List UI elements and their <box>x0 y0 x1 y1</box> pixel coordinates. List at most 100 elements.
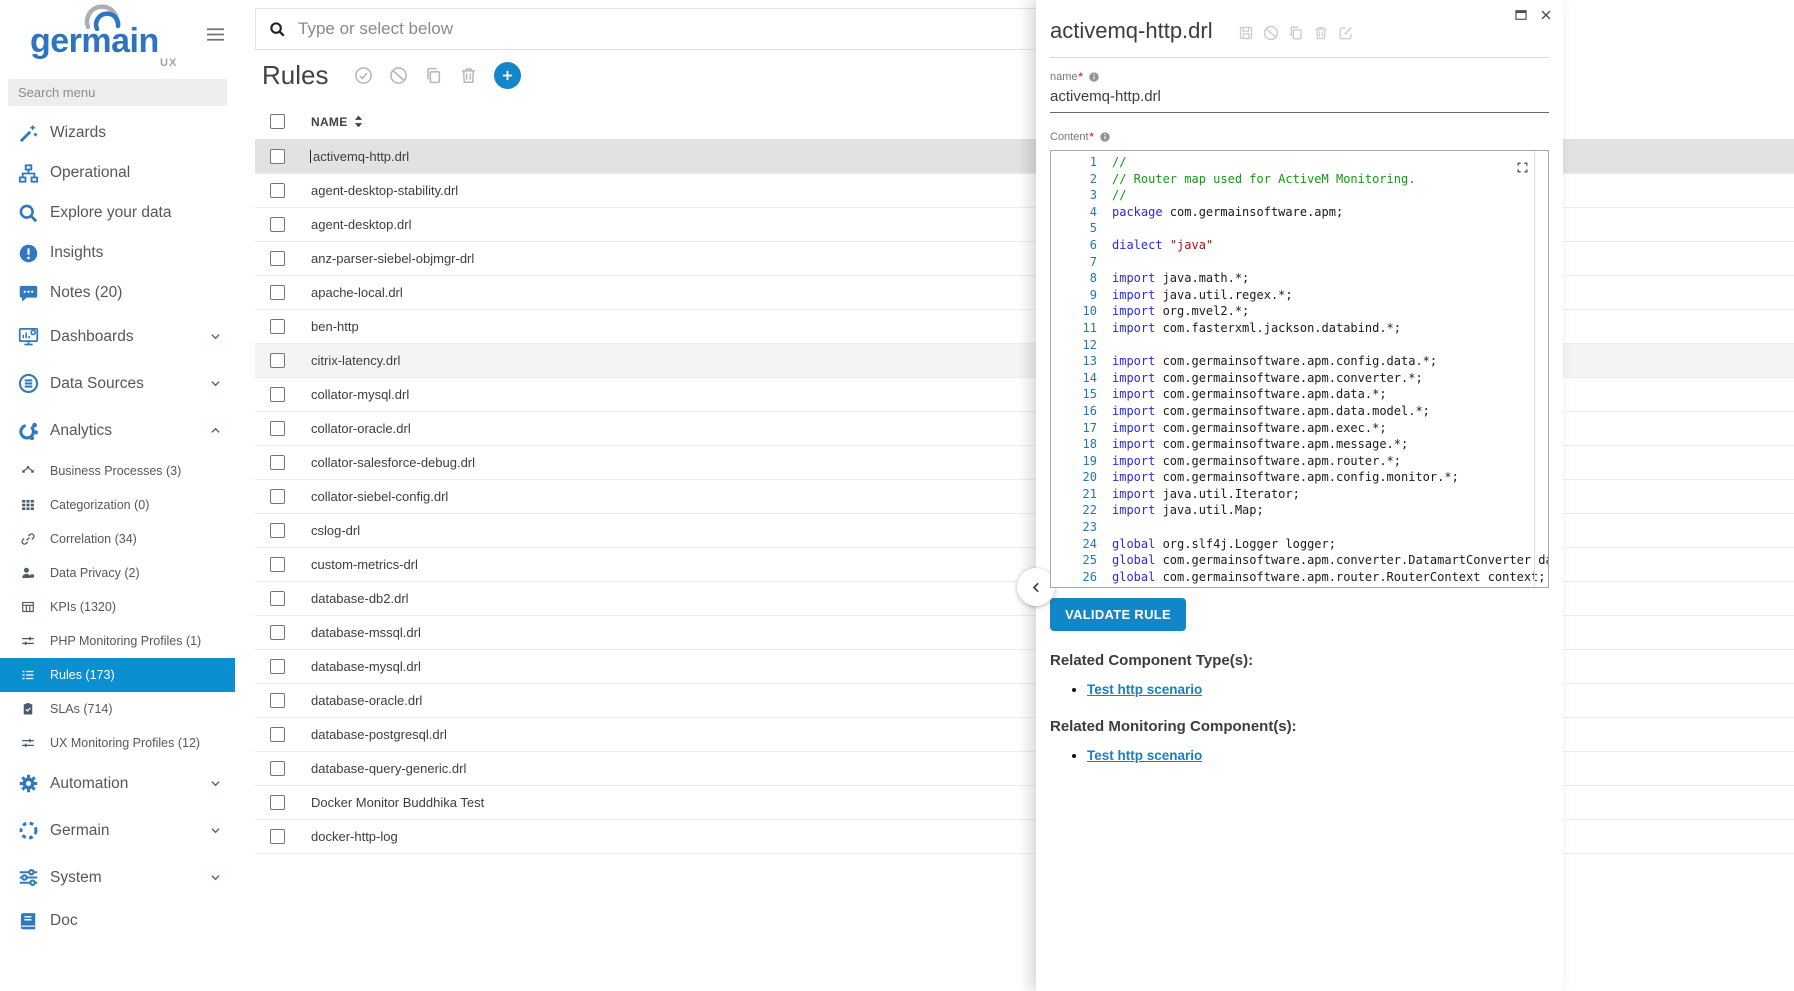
sidebar-item-automation[interactable]: Automation <box>0 760 235 807</box>
sidebar-item-label: Data Sources <box>50 375 144 393</box>
table-row[interactable]: collator-mysql.drl <box>255 378 1794 412</box>
row-checkbox[interactable] <box>270 557 285 572</box>
filter-input[interactable] <box>298 19 1041 39</box>
table-row[interactable]: collator-oracle.drl <box>255 412 1794 446</box>
table-row[interactable]: database-mssql.drl <box>255 616 1794 650</box>
copy-icon[interactable] <box>1288 25 1304 41</box>
sidebar-menu: Wizards OperationalExplore your dataInsig… <box>0 113 235 941</box>
sidebar-item-label: Dashboards <box>50 328 134 346</box>
copy-icon[interactable] <box>424 66 443 85</box>
row-checkbox[interactable] <box>270 693 285 708</box>
sidebar-item-insights[interactable]: Insights <box>0 233 235 273</box>
sidebar-item-label: Wizards <box>50 124 106 142</box>
row-checkbox[interactable] <box>270 523 285 538</box>
sidebar-item-dashboards[interactable]: Dashboards <box>0 313 235 360</box>
row-checkbox[interactable] <box>270 795 285 810</box>
sidebar-item-data-privacy-2[interactable]: Data Privacy (2) <box>0 556 235 590</box>
save-icon[interactable] <box>1238 25 1254 41</box>
table-row[interactable]: docker-http-log <box>255 820 1794 854</box>
table-row[interactable]: apache-local.drl <box>255 276 1794 310</box>
list-actions <box>338 66 478 85</box>
name-field-input[interactable] <box>1050 83 1549 113</box>
row-checkbox[interactable] <box>270 319 285 334</box>
trash-icon[interactable] <box>459 66 478 85</box>
row-checkbox[interactable] <box>270 353 285 368</box>
info-icon[interactable] <box>1099 131 1111 143</box>
sidebar-item-slas-714[interactable]: SLAs (714) <box>0 692 235 726</box>
row-checkbox[interactable] <box>270 625 285 640</box>
row-checkbox[interactable] <box>270 387 285 402</box>
code-line: 23 <box>1051 519 1548 536</box>
row-checkbox[interactable] <box>270 455 285 470</box>
sidebar-item-kpis-1320[interactable]: KPIs (1320) <box>0 590 235 624</box>
code-line: 26global com.germainsoftware.apm.router.… <box>1051 569 1548 586</box>
table-row[interactable]: database-postgresql.drl <box>255 718 1794 752</box>
info-icon[interactable] <box>1088 71 1100 83</box>
sidebar-item-notes-20[interactable]: Notes (20) <box>0 273 235 313</box>
table-row[interactable]: database-mysql.drl <box>255 650 1794 684</box>
sidebar-item-correlation-34[interactable]: Correlation (34) <box>0 522 235 556</box>
circle-check-icon[interactable] <box>354 66 373 85</box>
add-rule-button[interactable] <box>494 62 521 89</box>
table-row[interactable]: citrix-latency.drl <box>255 344 1794 378</box>
sidebar-item-explore-your-data[interactable]: Explore your data <box>0 193 235 233</box>
table-row[interactable]: agent-desktop-stability.drl <box>255 174 1794 208</box>
row-checkbox[interactable] <box>270 251 285 266</box>
sidebar-item-business-processes-3[interactable]: Business Processes (3) <box>0 454 235 488</box>
close-icon[interactable] <box>1539 8 1553 22</box>
table-row[interactable]: Docker Monitor Buddhika Test <box>255 786 1794 820</box>
sidebar-item-germain[interactable]: Germain <box>0 807 235 854</box>
wand-icon <box>15 122 41 144</box>
sort-icon[interactable] <box>354 115 363 128</box>
related-link[interactable]: Test http scenario <box>1087 682 1202 697</box>
row-checkbox[interactable] <box>270 149 285 164</box>
sidebar-item-system[interactable]: System <box>0 854 235 901</box>
editor-scrollbar[interactable] <box>1534 151 1535 587</box>
sidebar-item-ux-monitoring-profiles-12[interactable]: UX Monitoring Profiles (12) <box>0 726 235 760</box>
row-checkbox[interactable] <box>270 421 285 436</box>
ban-icon[interactable] <box>1263 25 1279 41</box>
row-checkbox[interactable] <box>270 761 285 776</box>
table-row[interactable]: database-oracle.drl <box>255 684 1794 718</box>
sidebar-item-analytics[interactable]: Analytics <box>0 407 235 454</box>
sidebar-item-php-monitoring-profiles-1[interactable]: PHP Monitoring Profiles (1) <box>0 624 235 658</box>
code-editor[interactable]: 1//2// Router map used for ActiveM Monit… <box>1050 150 1549 588</box>
table-row[interactable]: collator-siebel-config.drl <box>255 480 1794 514</box>
sidebar-search-input[interactable] <box>8 79 227 106</box>
row-checkbox[interactable] <box>270 489 285 504</box>
sidebar-item-data-sources[interactable]: Data Sources <box>0 360 235 407</box>
fullscreen-icon[interactable] <box>1516 161 1529 174</box>
row-checkbox[interactable] <box>270 727 285 742</box>
drawer-title: activemq-http.drl <box>1050 18 1213 44</box>
maximize-icon[interactable] <box>1514 8 1528 22</box>
trash-icon[interactable] <box>1313 25 1329 41</box>
row-checkbox[interactable] <box>270 659 285 674</box>
chevron-down-icon <box>209 377 222 390</box>
sidebar-item-rules-173[interactable]: Rules (173) <box>0 658 235 692</box>
hamburger-menu-icon[interactable] <box>206 27 225 42</box>
edit-icon[interactable] <box>1338 25 1354 41</box>
sidebar-item-categorization-0[interactable]: Categorization (0) <box>0 488 235 522</box>
select-all-checkbox[interactable] <box>270 114 285 129</box>
sidebar-item-label: Automation <box>50 775 128 793</box>
row-checkbox[interactable] <box>270 183 285 198</box>
insight-icon <box>15 242 41 264</box>
sidebar-item-operational[interactable]: Operational <box>0 153 235 193</box>
row-checkbox[interactable] <box>270 591 285 606</box>
table-row[interactable]: anz-parser-siebel-objmgr-drl <box>255 242 1794 276</box>
table-row[interactable]: activemq-http.drl <box>255 140 1794 174</box>
row-checkbox[interactable] <box>270 217 285 232</box>
ban-icon[interactable] <box>389 66 408 85</box>
sidebar-item-doc[interactable]: Doc <box>0 901 235 941</box>
table-row[interactable]: collator-salesforce-debug.drl <box>255 446 1794 480</box>
table-row[interactable]: cslog-drl <box>255 514 1794 548</box>
table-row[interactable]: ben-http <box>255 310 1794 344</box>
row-checkbox[interactable] <box>270 285 285 300</box>
table-row[interactable]: database-query-generic.drl <box>255 752 1794 786</box>
sidebar-item-wizards[interactable]: Wizards <box>0 113 235 153</box>
column-header-name[interactable]: NAME <box>311 115 348 129</box>
validate-rule-button[interactable]: VALIDATE RULE <box>1050 598 1186 631</box>
related-link[interactable]: Test http scenario <box>1087 748 1202 763</box>
table-row[interactable]: agent-desktop.drl <box>255 208 1794 242</box>
row-checkbox[interactable] <box>270 829 285 844</box>
